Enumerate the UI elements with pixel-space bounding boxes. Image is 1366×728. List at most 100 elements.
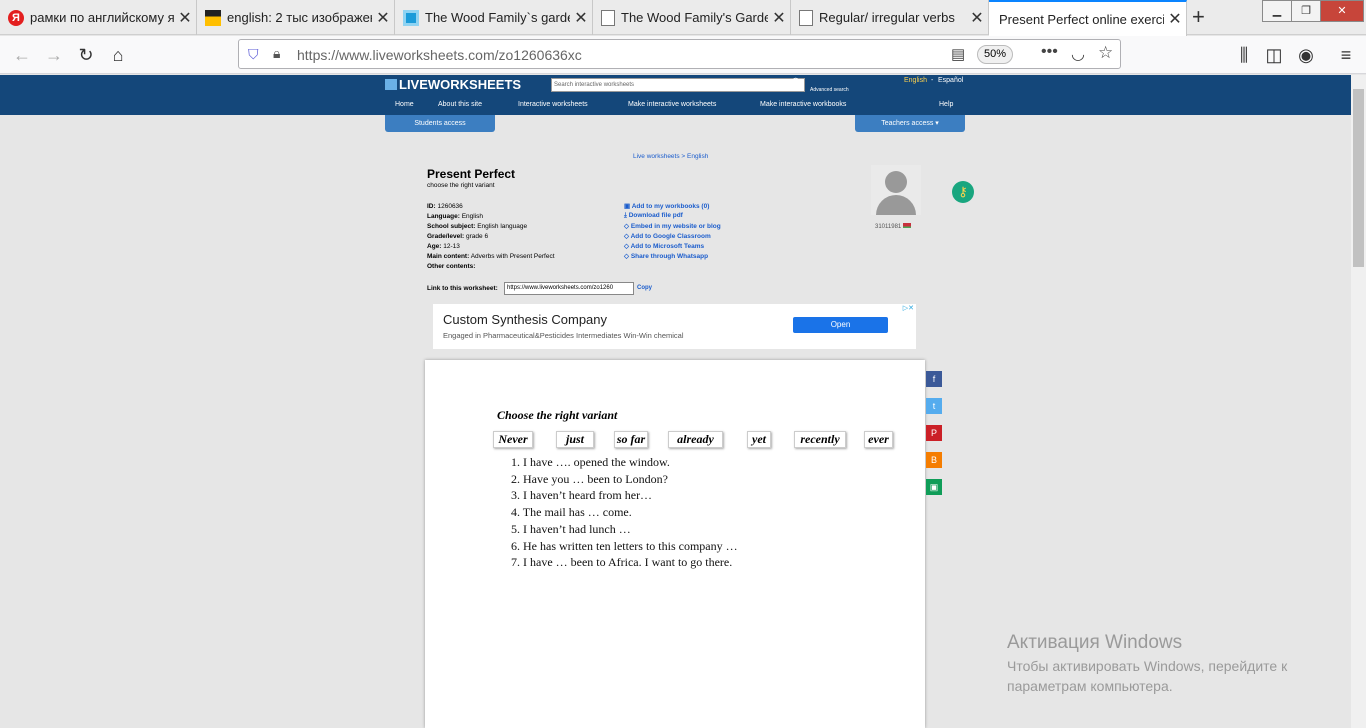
action-label: Embed in my website or blog xyxy=(630,223,721,230)
copy-link-button[interactable]: Copy xyxy=(637,285,652,291)
sidebar-icon[interactable]: ◫ xyxy=(1260,42,1288,68)
add-to-workbooks-link[interactable]: ▣ Add to my workbooks (0) xyxy=(624,202,709,210)
lang-spanish[interactable]: Español xyxy=(938,77,963,84)
avatar-body xyxy=(876,195,916,215)
tab-5[interactable]: Regular/ irregular verbs ✕ xyxy=(791,0,989,35)
word-box[interactable]: so far xyxy=(614,431,648,448)
classroom-icon: ◇ xyxy=(624,233,631,240)
download-pdf-link[interactable]: ⤓ Download file pdf xyxy=(624,212,683,220)
tab-label: Regular/ irregular verbs xyxy=(819,10,955,25)
close-tab-icon[interactable]: ✕ xyxy=(768,8,790,28)
meta-value: English language xyxy=(477,223,528,230)
site-logo[interactable]: LIVEWORKSHEETS xyxy=(385,77,521,92)
lang-english[interactable]: English xyxy=(904,77,927,84)
advertisement[interactable]: Custom Synthesis Company Engaged in Phar… xyxy=(433,304,916,349)
tracking-shield-icon[interactable]: ⛉ xyxy=(248,46,259,63)
microsoft-teams-link[interactable]: ◇ Add to Microsoft Teams xyxy=(624,242,704,250)
nav-about[interactable]: About this site xyxy=(438,101,482,108)
link-label: Link to this worksheet: xyxy=(427,285,498,292)
nav-interactive-worksheets[interactable]: Interactive worksheets xyxy=(518,101,588,108)
worksheet-link-input[interactable]: https://www.liveworksheets.com/zo1260 xyxy=(504,282,634,295)
adchoices-icon[interactable]: ▷✕ xyxy=(903,304,914,312)
back-button[interactable]: ← xyxy=(8,42,36,68)
word-box[interactable]: Never xyxy=(493,431,533,448)
close-tab-icon[interactable]: ✕ xyxy=(966,8,988,28)
word-box[interactable]: just xyxy=(556,431,594,448)
library-icon[interactable]: ⫼ xyxy=(1230,42,1258,68)
minimize-button[interactable]: ▁ xyxy=(1262,0,1292,22)
logo-icon xyxy=(385,79,397,90)
nav-make-worksheets[interactable]: Make interactive worksheets xyxy=(628,101,716,108)
tab-4[interactable]: The Wood Family's Garde ✕ xyxy=(593,0,791,35)
close-tab-icon[interactable]: ✕ xyxy=(570,8,592,28)
zoom-level[interactable]: 50% xyxy=(977,45,1013,64)
account-icon[interactable]: ◉ xyxy=(1292,42,1320,68)
search-icon[interactable]: ⚲ xyxy=(792,77,799,88)
menu-icon[interactable]: ≡ xyxy=(1332,42,1360,68)
url-text[interactable]: https://www.liveworksheets.com/zo1260636… xyxy=(297,47,582,63)
meta-value: English xyxy=(461,213,484,220)
author-avatar[interactable] xyxy=(871,165,921,215)
page-actions-icon[interactable]: ••• xyxy=(1041,43,1058,61)
meta-label: Grade/level: xyxy=(427,233,465,240)
whatsapp-share-link[interactable]: ◇ Share through Whatsapp xyxy=(624,252,708,260)
facebook-share-icon[interactable]: f xyxy=(926,371,942,387)
tab-2[interactable]: english: 2 тыс изображен ✕ xyxy=(197,0,395,35)
embed-link[interactable]: ◇ Embed in my website or blog xyxy=(624,222,721,230)
close-window-button[interactable]: ✕ xyxy=(1320,0,1364,22)
students-access-button[interactable]: Students access xyxy=(385,115,495,132)
exercise-item: 4. The mail has … come. xyxy=(511,505,632,519)
tab-strip: Ярамки по английскому я ✕ english: 2 тыс … xyxy=(0,0,1366,36)
close-tab-icon[interactable]: ✕ xyxy=(1164,9,1186,29)
action-label: Add to Google Classroom xyxy=(630,233,711,240)
action-label: Add to my workbooks (0) xyxy=(631,203,710,210)
forward-button[interactable]: → xyxy=(40,42,68,68)
action-label: Download file pdf xyxy=(628,212,683,219)
new-tab-button[interactable]: + xyxy=(1192,4,1205,30)
whatsapp-icon: ◇ xyxy=(624,253,631,260)
reload-button[interactable]: ↻ xyxy=(72,42,100,68)
tab-label: рамки по английскому я xyxy=(30,10,174,25)
vertical-scrollbar[interactable] xyxy=(1351,75,1366,728)
ad-title[interactable]: Custom Synthesis Company xyxy=(443,312,607,327)
blogger-share-icon[interactable]: B xyxy=(926,452,942,468)
classroom-share-icon[interactable]: ▣ xyxy=(926,479,942,495)
address-bar[interactable]: ⛉ 🔒︎ https://www.liveworksheets.com/zo12… xyxy=(238,39,1121,69)
word-box[interactable]: ever xyxy=(864,431,893,448)
tab-1[interactable]: Ярамки по английскому я ✕ xyxy=(0,0,197,35)
nav-make-workbooks[interactable]: Make interactive workbooks xyxy=(760,101,846,108)
tab-3[interactable]: The Wood Family`s garden ✕ xyxy=(395,0,593,35)
twitter-share-icon[interactable]: t xyxy=(926,398,942,414)
reader-view-icon[interactable]: ▤ xyxy=(951,45,965,63)
lock-icon[interactable]: 🔒︎ xyxy=(273,45,280,62)
site-search-input[interactable]: Search interactive worksheets xyxy=(551,78,805,92)
scrollbar-thumb[interactable] xyxy=(1353,89,1364,267)
breadcrumb[interactable]: Live worksheets > English xyxy=(633,153,708,160)
author-name[interactable]: 31011981 xyxy=(875,223,911,230)
google-classroom-link[interactable]: ◇ Add to Google Classroom xyxy=(624,232,711,240)
nav-home[interactable]: Home xyxy=(395,101,414,108)
close-tab-icon[interactable]: ✕ xyxy=(372,8,394,28)
close-tab-icon[interactable]: ✕ xyxy=(174,8,196,28)
pinterest-share-icon[interactable]: P xyxy=(926,425,942,441)
exercise-item: 3. I haven’t heard from her… xyxy=(511,488,653,502)
advanced-search-link[interactable]: Advanced search xyxy=(810,87,849,93)
action-label: Share through Whatsapp xyxy=(630,253,709,260)
home-button[interactable]: ⌂ xyxy=(104,42,132,68)
add-icon: ▣ xyxy=(624,203,632,210)
word-box[interactable]: yet xyxy=(747,431,771,448)
maximize-button[interactable]: ❐ xyxy=(1291,0,1321,22)
tab-active[interactable]: Present Perfect online exercise ✕ xyxy=(989,0,1187,36)
activation-line-1: Чтобы активировать Windows, перейдите к xyxy=(1007,658,1288,674)
nav-help[interactable]: Help xyxy=(939,101,953,108)
key-icon[interactable]: ⚷ xyxy=(952,181,974,203)
teachers-access-button[interactable]: Teachers access ▾ xyxy=(855,115,965,132)
pocket-icon[interactable]: ◡ xyxy=(1071,44,1085,64)
ad-open-button[interactable]: Open xyxy=(793,317,888,333)
bookmark-star-icon[interactable]: ☆ xyxy=(1098,43,1113,63)
embed-icon: ◇ xyxy=(624,223,631,230)
word-box[interactable]: recently xyxy=(794,431,846,448)
ad-text: Engaged in Pharmaceutical&Pesticides Int… xyxy=(443,331,684,340)
action-label: Add to Microsoft Teams xyxy=(630,243,705,250)
word-box[interactable]: already xyxy=(668,431,723,448)
